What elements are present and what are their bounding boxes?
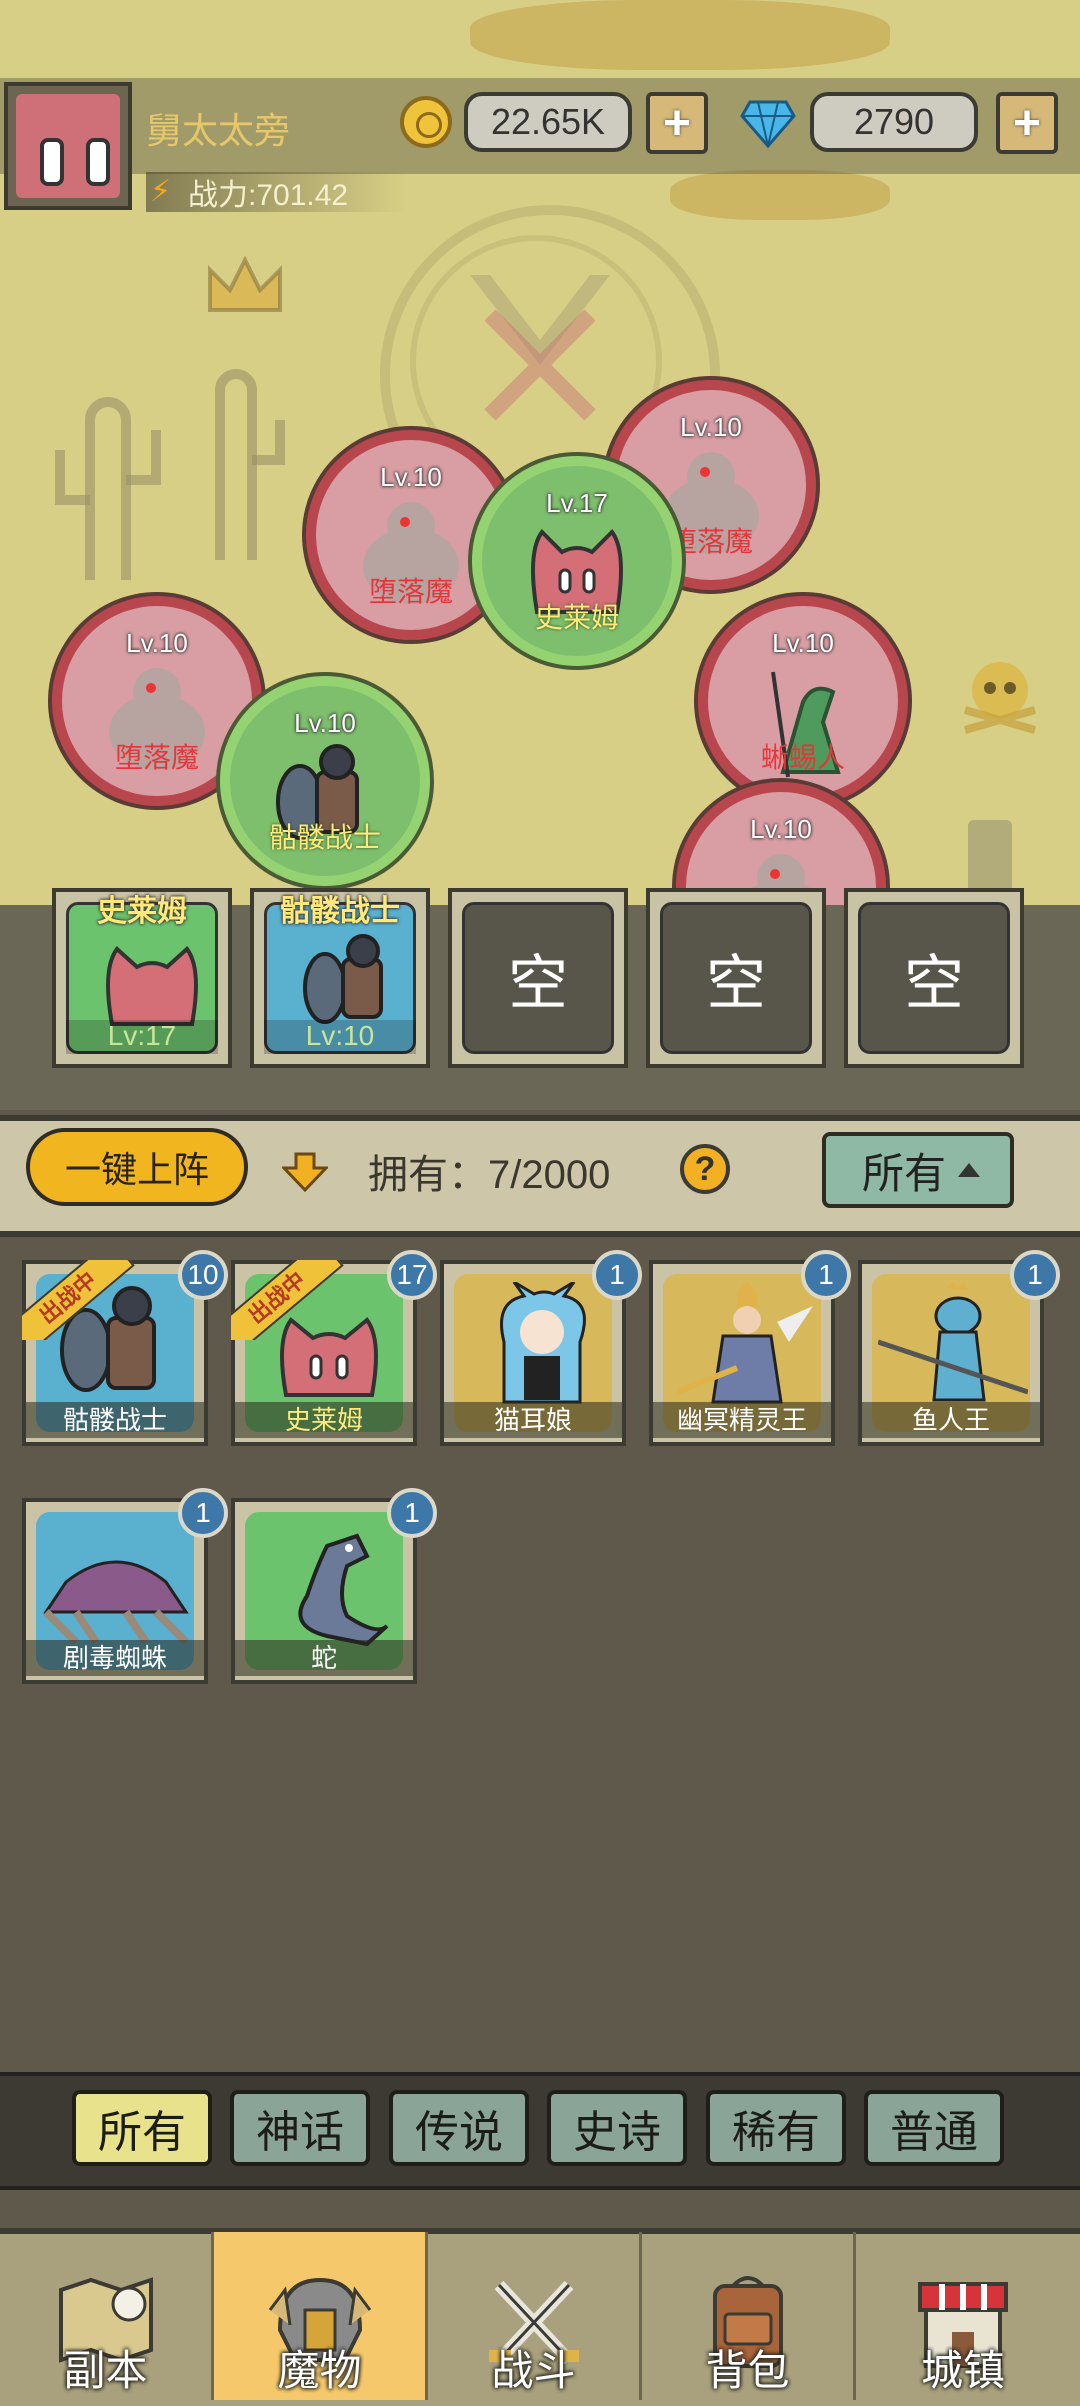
snake-icon <box>298 1533 389 1646</box>
slot-monster-level: Lv:10 <box>264 1020 416 1054</box>
venom-spider-icon <box>43 1560 189 1645</box>
monster-name: 骷髅战士 <box>268 822 381 853</box>
monster-card[interactable]: 幽冥精灵王 1 <box>649 1250 851 1446</box>
filter-label: 所有 <box>862 1149 947 1197</box>
card-count-badge: 1 <box>178 1488 228 1538</box>
nav-backpack[interactable]: 背包 <box>642 2232 856 2400</box>
card-name: 鱼人王 <box>862 1402 1040 1438</box>
nav-label: 魔物 <box>277 2347 362 2394</box>
monster-name: 史莱姆 <box>534 602 619 633</box>
empty-slot-label: 空 <box>462 902 614 1054</box>
diamond-icon <box>740 100 796 148</box>
card-name: 猫耳娘 <box>444 1402 622 1438</box>
owned-count: 拥有：7/2000 <box>368 1153 611 1197</box>
rarity-tab-common[interactable]: 普通 <box>864 2090 1004 2166</box>
gold-amount: 22.65K <box>464 92 632 152</box>
player-name: 舅太太旁 <box>146 110 291 151</box>
slime-icon <box>106 946 198 1026</box>
card-name: 蛇 <box>235 1640 413 1676</box>
slot-monster-name: 骷髅战士 <box>280 895 400 928</box>
rarity-tab-all[interactable]: 所有 <box>72 2090 212 2166</box>
rarity-tab-rare[interactable]: 稀有 <box>706 2090 846 2166</box>
monster-level: Lv.17 <box>546 488 608 518</box>
monster-level: Lv.10 <box>750 814 812 844</box>
nav-battle[interactable]: 战斗 <box>428 2232 642 2400</box>
slot-monster-level: Lv:17 <box>66 1020 218 1054</box>
monster-card[interactable]: 猫耳娘 1 <box>440 1250 642 1446</box>
card-count-badge: 1 <box>592 1250 642 1300</box>
player-avatar[interactable] <box>4 82 132 210</box>
field-monster-enemy[interactable]: Lv.10 蜥蜴人 <box>698 596 908 806</box>
monster-card[interactable]: 剧毒蜘蛛 1 <box>22 1488 228 1684</box>
skeleton-warrior-icon <box>303 934 383 1024</box>
deploy-slot-5[interactable]: 空 <box>844 888 1024 1068</box>
nav-label: 城镇 <box>920 2347 1005 2394</box>
field-monster-ally[interactable]: Lv.17 史莱姆 <box>472 456 682 666</box>
avatar-slime-icon <box>16 94 120 198</box>
deploy-slot-1[interactable]: 史莱姆 Lv:17 <box>52 888 232 1068</box>
arrow-down-icon[interactable] <box>282 1152 328 1192</box>
monster-level: Lv.10 <box>294 708 356 738</box>
power-icon: ⚡ <box>150 175 172 208</box>
crossed-swords-emblem-icon <box>470 275 610 421</box>
monster-level: Lv.10 <box>680 412 742 442</box>
monster-level: Lv.10 <box>772 628 834 658</box>
map-decoration <box>470 0 890 70</box>
card-count-badge: 1 <box>387 1488 437 1538</box>
rarity-tab-epic[interactable]: 史诗 <box>547 2090 687 2166</box>
monster-card[interactable]: 出战中 骷髅战士 10 <box>22 1250 228 1446</box>
card-name: 骷髅战士 <box>26 1402 204 1438</box>
help-icon[interactable]: ? <box>680 1144 730 1194</box>
rarity-tab-legendary[interactable]: 传说 <box>389 2090 529 2166</box>
add-gems-button[interactable]: + <box>996 92 1058 154</box>
nav-label: 背包 <box>705 2347 790 2394</box>
add-gold-button[interactable]: + <box>646 92 708 154</box>
monster-level: Lv.10 <box>380 462 442 492</box>
nether-elf-king-icon <box>677 1282 813 1404</box>
in-battle-ribbon: 出战中 <box>22 1260 142 1340</box>
card-count-badge: 1 <box>801 1250 851 1300</box>
fishman-king-icon <box>878 1282 1028 1402</box>
gem-amount: 2790 <box>810 92 978 152</box>
card-name: 幽冥精灵王 <box>653 1402 831 1438</box>
monster-card[interactable]: 蛇 1 <box>231 1488 437 1684</box>
gold-coin-icon <box>400 96 452 148</box>
skull-decoration-icon <box>963 662 1037 734</box>
empty-slot-label: 空 <box>858 902 1010 1054</box>
rarity-tab-mythic[interactable]: 神话 <box>230 2090 370 2166</box>
empty-slot-label: 空 <box>660 902 812 1054</box>
chevron-up-icon <box>958 1163 981 1177</box>
card-count-badge: 17 <box>387 1250 437 1300</box>
monster-card[interactable]: 鱼人王 1 <box>858 1250 1060 1446</box>
filter-dropdown[interactable]: 所有 <box>822 1132 1014 1208</box>
card-name: 剧毒蜘蛛 <box>26 1640 204 1676</box>
field-monster-ally[interactable]: Lv.10 骷髅战士 <box>220 676 430 886</box>
cat-girl-icon <box>500 1282 586 1404</box>
nav-town[interactable]: 城镇 <box>856 2232 1070 2400</box>
map-decoration <box>670 170 890 220</box>
battlefield: 舅太太旁 ⚡ 战力:701.42 22.65K + 2790 + Lv.10 堕… <box>0 0 1080 1110</box>
nav-dungeon[interactable]: 副本 <box>0 2232 214 2400</box>
nav-monsters[interactable]: 魔物 <box>214 2232 428 2400</box>
combat-power: ⚡ 战力:701.42 <box>146 172 406 212</box>
card-name: 史莱姆 <box>235 1402 413 1438</box>
monster-name: 蜥蜴人 <box>760 742 845 773</box>
slot-monster-name: 史莱姆 <box>97 895 187 928</box>
combat-power-value: 战力:701.42 <box>188 179 349 212</box>
deploy-slot-3[interactable]: 空 <box>448 888 628 1068</box>
nav-label: 战斗 <box>491 2347 576 2394</box>
monster-card[interactable]: 出战中 史莱姆 17 <box>231 1250 437 1446</box>
monster-level: Lv.10 <box>126 628 188 658</box>
auto-deploy-button[interactable]: 一键上阵 <box>26 1128 248 1206</box>
deploy-slot-4[interactable]: 空 <box>646 888 826 1068</box>
deploy-slot-2[interactable]: 骷髅战士 Lv:10 <box>250 888 430 1068</box>
card-count-badge: 1 <box>1010 1250 1060 1300</box>
crown-decoration-icon <box>208 255 282 312</box>
card-count-badge: 10 <box>178 1250 228 1300</box>
in-battle-ribbon: 出战中 <box>231 1260 351 1340</box>
nav-label: 副本 <box>63 2347 148 2394</box>
cactus-decoration-icon <box>55 369 285 580</box>
